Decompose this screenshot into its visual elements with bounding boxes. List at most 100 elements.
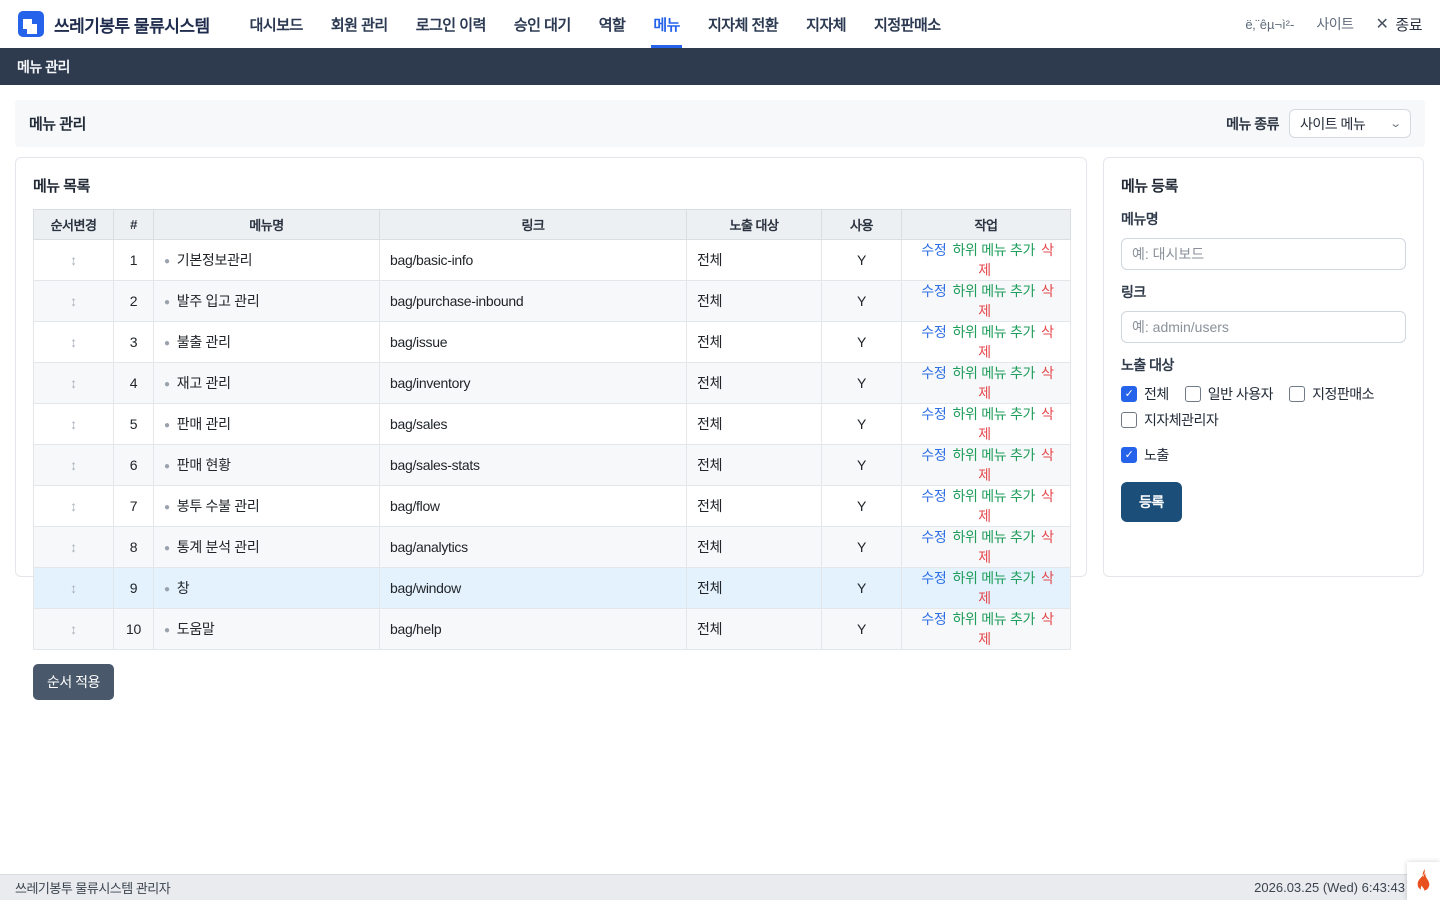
edit-link[interactable]: 수정 — [921, 324, 946, 340]
menu-name-cell: ●기본정보관리 — [154, 240, 380, 281]
framework-badge[interactable] — [1407, 862, 1440, 900]
menu-link-cell: bag/inventory — [380, 363, 687, 404]
visible-checkbox-label: 노출 — [1144, 445, 1169, 465]
target-cell: 전체 — [687, 486, 822, 527]
add-submenu-link[interactable]: 하위 메뉴 추가 — [952, 283, 1035, 299]
table-row: ↕9●창bag/window전체Y수정하위 메뉴 추가삭제 — [34, 568, 1071, 609]
menu-name-input[interactable] — [1121, 238, 1406, 270]
bullet-icon: ● — [164, 502, 170, 513]
add-submenu-link[interactable]: 하위 메뉴 추가 — [952, 447, 1035, 463]
menu-type-value: 사이트 메뉴 — [1300, 114, 1365, 134]
drag-handle-icon[interactable]: ↕ — [70, 416, 77, 432]
logout-button[interactable]: ✕ 종료 — [1375, 14, 1422, 35]
nav-item-2[interactable]: 로그인 이력 — [402, 0, 500, 48]
drag-handle-icon[interactable]: ↕ — [70, 539, 77, 555]
footer-bar: 쓰레기봉투 물류시스템 관리자 2026.03.25 (Wed) 6:43:43 — [0, 874, 1440, 900]
row-number: 1 — [114, 240, 154, 281]
add-submenu-link[interactable]: 하위 메뉴 추가 — [952, 488, 1035, 504]
close-icon: ✕ — [1375, 14, 1388, 34]
drag-handle-icon[interactable]: ↕ — [70, 252, 77, 268]
column-header-0: 순서변경 — [34, 210, 114, 240]
table-row: ↕7●봉투 수불 관리bag/flow전체Y수정하위 메뉴 추가삭제 — [34, 486, 1071, 527]
target-checkbox-2-label: 지정판매소 — [1312, 384, 1374, 404]
drag-handle-icon[interactable]: ↕ — [70, 293, 77, 309]
drag-handle-icon[interactable]: ↕ — [70, 375, 77, 391]
target-cell: 전체 — [687, 281, 822, 322]
footer-datetime: 2026.03.25 (Wed) 6:43:43 — [1254, 880, 1425, 895]
register-button[interactable]: 등록 — [1121, 482, 1182, 522]
bullet-icon: ● — [164, 256, 170, 267]
edit-link[interactable]: 수정 — [921, 611, 946, 627]
drag-handle-icon[interactable]: ↕ — [70, 621, 77, 637]
visible-checkbox[interactable]: 노출 — [1121, 445, 1406, 465]
table-row: ↕8●통계 분석 관리bag/analytics전체Y수정하위 메뉴 추가삭제 — [34, 527, 1071, 568]
add-submenu-link[interactable]: 하위 메뉴 추가 — [952, 570, 1035, 586]
checkbox-unchecked-icon — [1121, 412, 1137, 428]
nav-item-3[interactable]: 승인 대기 — [500, 0, 585, 48]
use-cell: Y — [822, 568, 902, 609]
edit-link[interactable]: 수정 — [921, 570, 946, 586]
add-submenu-link[interactable]: 하위 메뉴 추가 — [952, 324, 1035, 340]
menu-name-cell: ●창 — [154, 568, 380, 609]
add-submenu-link[interactable]: 하위 메뉴 추가 — [952, 611, 1035, 627]
nav-item-1[interactable]: 회원 관리 — [317, 0, 402, 48]
menu-link-cell: bag/sales — [380, 404, 687, 445]
table-row: ↕5●판매 관리bag/sales전체Y수정하위 메뉴 추가삭제 — [34, 404, 1071, 445]
menu-name-cell: ●판매 관리 — [154, 404, 380, 445]
target-checkbox-3[interactable]: 지자체관리자 — [1121, 410, 1218, 430]
table-row: ↕3●불출 관리bag/issue전체Y수정하위 메뉴 추가삭제 — [34, 322, 1071, 363]
drag-handle-icon[interactable]: ↕ — [70, 580, 77, 596]
menu-type-select[interactable]: 사이트 메뉴 ⌄ — [1289, 109, 1411, 138]
filter-bar: 메뉴 관리 메뉴 종류 사이트 메뉴 ⌄ — [15, 100, 1425, 147]
apply-order-button[interactable]: 순서 적용 — [33, 664, 114, 700]
target-label: 노출 대상 — [1121, 355, 1406, 375]
menu-link-input[interactable] — [1121, 311, 1406, 343]
table-row: ↕2●발주 입고 관리bag/purchase-inbound전체Y수정하위 메… — [34, 281, 1071, 322]
target-checkbox-1[interactable]: 일반 사용자 — [1185, 384, 1273, 404]
target-cell: 전체 — [687, 609, 822, 650]
drag-handle-icon[interactable]: ↕ — [70, 498, 77, 514]
edit-link[interactable]: 수정 — [921, 365, 946, 381]
edit-link[interactable]: 수정 — [921, 283, 946, 299]
nav-item-4[interactable]: 역할 — [585, 0, 640, 48]
edit-link[interactable]: 수정 — [921, 447, 946, 463]
site-link[interactable]: 사이트 — [1316, 14, 1353, 34]
drag-handle-icon[interactable]: ↕ — [70, 457, 77, 473]
target-cell: 전체 — [687, 404, 822, 445]
menu-link-cell: bag/purchase-inbound — [380, 281, 687, 322]
edit-link[interactable]: 수정 — [921, 529, 946, 545]
nav-item-6[interactable]: 지자체 전환 — [694, 0, 792, 48]
column-header-6: 작업 — [902, 210, 1071, 240]
nav-item-5[interactable]: 메뉴 — [639, 0, 694, 48]
checkbox-checked-icon — [1121, 447, 1137, 463]
user-name-text: ë‚¨êµ¬ì²- — [1245, 17, 1294, 32]
add-submenu-link[interactable]: 하위 메뉴 추가 — [952, 242, 1035, 258]
row-number: 10 — [114, 609, 154, 650]
use-cell: Y — [822, 240, 902, 281]
edit-link[interactable]: 수정 — [921, 406, 946, 422]
menu-link-cell: bag/basic-info — [380, 240, 687, 281]
target-checkbox-0[interactable]: 전체 — [1121, 384, 1169, 404]
menu-name-cell: ●재고 관리 — [154, 363, 380, 404]
drag-handle-icon[interactable]: ↕ — [70, 334, 77, 350]
menu-name-cell: ●통계 분석 관리 — [154, 527, 380, 568]
bullet-icon: ● — [164, 461, 170, 472]
nav-item-7[interactable]: 지자체 — [792, 0, 860, 48]
flame-icon — [1414, 869, 1433, 893]
use-cell: Y — [822, 322, 902, 363]
add-submenu-link[interactable]: 하위 메뉴 추가 — [952, 365, 1035, 381]
use-cell: Y — [822, 281, 902, 322]
table-row: ↕1●기본정보관리bag/basic-info전체Y수정하위 메뉴 추가삭제 — [34, 240, 1071, 281]
menu-type-label: 메뉴 종류 — [1226, 114, 1279, 134]
top-navigation: 쓰레기봉투 물류시스템 대시보드회원 관리로그인 이력승인 대기역할메뉴지자체 … — [0, 0, 1440, 48]
menu-table: 순서변경#메뉴명링크노출 대상사용작업 ↕1●기본정보관리bag/basic-i… — [33, 209, 1071, 650]
edit-link[interactable]: 수정 — [921, 488, 946, 504]
nav-item-0[interactable]: 대시보드 — [236, 0, 317, 48]
add-submenu-link[interactable]: 하위 메뉴 추가 — [952, 406, 1035, 422]
menu-register-title: 메뉴 등록 — [1121, 175, 1406, 196]
edit-link[interactable]: 수정 — [921, 242, 946, 258]
target-checkbox-2[interactable]: 지정판매소 — [1289, 384, 1374, 404]
add-submenu-link[interactable]: 하위 메뉴 추가 — [952, 529, 1035, 545]
page-title-bar: 메뉴 관리 — [0, 48, 1440, 85]
nav-item-8[interactable]: 지정판매소 — [860, 0, 955, 48]
